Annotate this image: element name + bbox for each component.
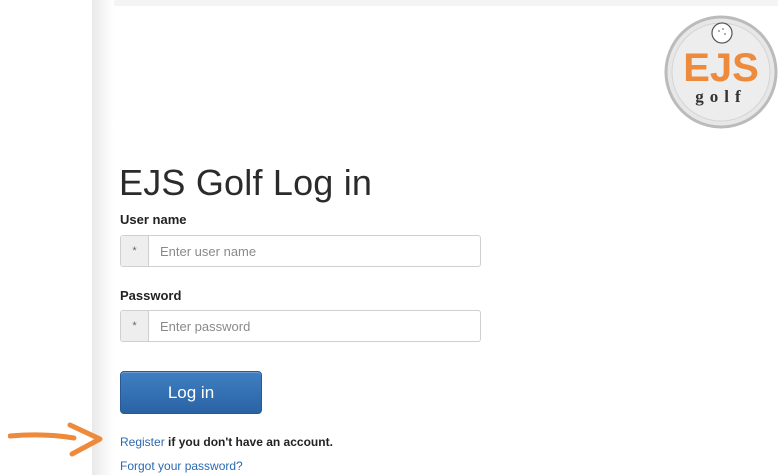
forgot-password-link[interactable]: Forgot your password?: [120, 459, 243, 473]
register-link[interactable]: Register: [120, 435, 165, 449]
logo-sub: golf: [695, 87, 746, 106]
page-title: EJS Golf Log in: [119, 162, 373, 203]
register-text: if you don't have an account.: [168, 435, 333, 449]
required-asterisk: *: [121, 311, 149, 341]
password-input-group: *: [120, 310, 481, 342]
password-input[interactable]: [149, 311, 480, 341]
password-label: Password: [120, 288, 182, 303]
arrow-shaft: [8, 432, 77, 441]
required-asterisk: *: [121, 236, 149, 266]
login-button[interactable]: Log in: [120, 371, 262, 414]
logo-letters: EJS: [683, 46, 759, 90]
top-gap: [92, 0, 778, 6]
golf-ball-dimple: [718, 30, 720, 32]
orange-arrow-icon: [8, 422, 103, 457]
username-label: User name: [120, 212, 187, 227]
register-line: Register if you don't have an account.: [120, 435, 333, 449]
golf-ball-icon: [711, 22, 733, 44]
golf-ball-dimple: [724, 33, 726, 35]
username-input-group: *: [120, 235, 481, 267]
ejs-golf-logo: EJS golf: [664, 15, 778, 129]
golf-ball-dimple: [722, 28, 724, 30]
page-edge-shadow: [92, 0, 114, 475]
username-input[interactable]: [149, 236, 480, 266]
